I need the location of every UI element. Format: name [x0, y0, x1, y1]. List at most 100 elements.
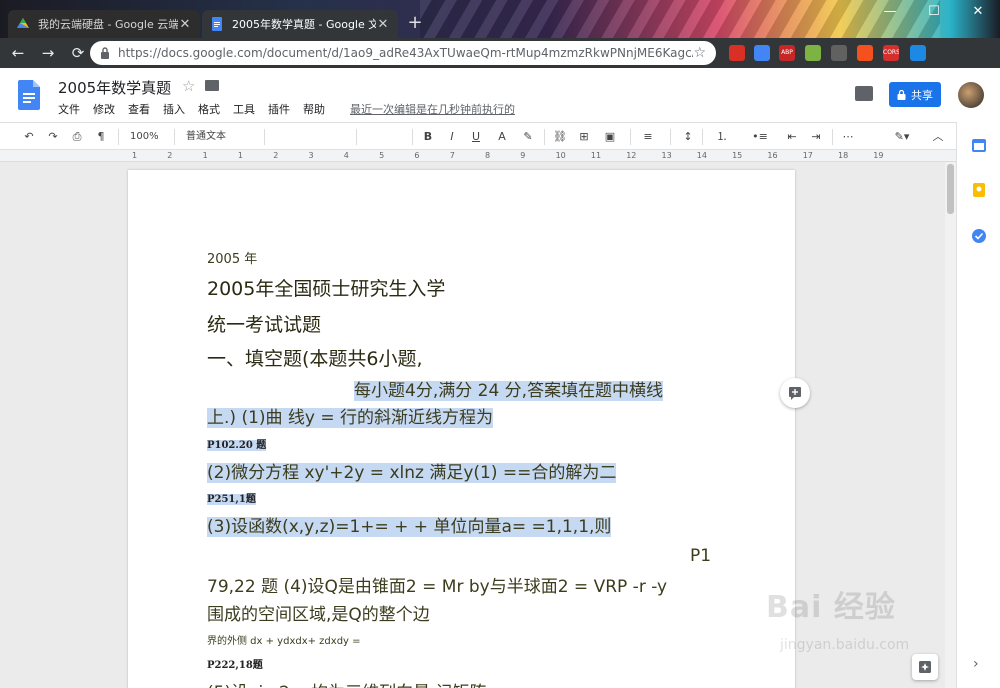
toolbar-divider — [412, 129, 413, 145]
star-icon[interactable]: ☆ — [182, 77, 195, 95]
tab-google-docs[interactable]: 2005年数学真题 - Google 文档 ✕ — [202, 10, 398, 38]
redo-icon[interactable]: ↷ — [44, 128, 62, 146]
lock-icon — [897, 89, 906, 100]
undo-icon[interactable]: ↶ — [20, 128, 38, 146]
document-line[interactable]: P251,1题 — [207, 490, 256, 505]
font-select[interactable] — [272, 128, 352, 146]
tab-close-icon[interactable]: ✕ — [178, 17, 192, 32]
expand-panel-icon[interactable]: › — [973, 656, 979, 672]
address-bar[interactable]: https://docs.google.com/document/d/1ao9_… — [90, 41, 716, 65]
minimize-button[interactable]: — — [868, 0, 912, 26]
italic-button[interactable]: I — [444, 128, 460, 146]
bulleted-list-icon[interactable]: •≡ — [748, 128, 772, 146]
ruler[interactable]: 1 2 1 1 2 3 4 5 6 7 8 9 10 11 12 13 14 15 16 17 18 19 — [0, 150, 956, 162]
document-line[interactable]: 统一考试试题 — [207, 310, 321, 337]
document-line-text: 统一考试试题 — [207, 314, 322, 336]
menu-edit[interactable]: 修改 — [93, 101, 115, 117]
google-docs-logo-icon[interactable] — [18, 80, 40, 110]
document-line-text: 每小题4分,满分 24 分,答案填在题中横线 — [354, 381, 664, 401]
bookmark-star-icon[interactable]: ☆ — [693, 45, 706, 61]
insert-image-icon[interactable]: ▣ — [600, 128, 620, 146]
share-button[interactable]: 共享 — [889, 82, 941, 107]
document-line[interactable]: P222,18题 — [207, 656, 263, 671]
document-title[interactable]: 2005年数学真题 — [58, 77, 171, 98]
document-line[interactable]: 上.) (1)曲 线y = 行的斜渐近线方程为 — [207, 403, 494, 428]
add-comment-button[interactable] — [780, 378, 810, 408]
style-select[interactable]: 普通文本 — [186, 128, 256, 146]
menu-view[interactable]: 查看 — [128, 101, 150, 117]
ruler-mark: 9 — [520, 151, 526, 160]
zoom-select[interactable]: 100% — [130, 128, 170, 146]
scrollbar-thumb[interactable] — [947, 164, 954, 214]
paint-format-icon[interactable]: ¶ — [92, 128, 110, 146]
vertical-scrollbar[interactable] — [945, 162, 956, 688]
ext-red-icon[interactable] — [729, 45, 745, 61]
document-line[interactable]: 一、填空题(本题共6小题, — [207, 344, 423, 371]
tab-google-drive[interactable]: 我的云端硬盘 - Google 云端硬盘 ✕ — [8, 10, 200, 38]
ext-green-icon[interactable] — [805, 45, 821, 61]
document-line-text: 界的外侧 dx + ydxdx+ zdxdy = — [207, 636, 361, 647]
document-line[interactable]: 2005年全国硕士研究生入学 — [207, 274, 445, 301]
ext-gray-icon[interactable] — [831, 45, 847, 61]
menu-help[interactable]: 帮助 — [303, 101, 325, 117]
line-spacing-icon[interactable]: ↕ — [680, 128, 696, 146]
document-line[interactable]: P1 — [690, 546, 711, 566]
ext-orange-icon[interactable] — [857, 45, 873, 61]
ext-translate-icon[interactable] — [754, 45, 770, 61]
folder-icon[interactable] — [205, 80, 219, 91]
last-edit-link[interactable]: 最近一次编辑是在几秒钟前执行的 — [350, 101, 515, 117]
maximize-button[interactable]: ☐ — [912, 0, 956, 26]
font-size-select[interactable] — [362, 128, 406, 146]
document-line[interactable]: (2)微分方程 xy'+2y = xlnz 满足y(1) ==合的解为二 — [207, 458, 617, 483]
more-icon[interactable]: ⋯ — [840, 128, 856, 146]
chevron-up-icon[interactable]: ︿ — [930, 128, 946, 146]
menu-file[interactable]: 文件 — [58, 101, 80, 117]
menu-addons[interactable]: 插件 — [268, 101, 290, 117]
tasks-icon[interactable] — [971, 228, 987, 244]
document-line[interactable]: 2005 年 — [207, 248, 257, 267]
ext-cors-icon[interactable]: CORS — [883, 45, 899, 61]
print-icon[interactable]: ⎙ — [68, 128, 86, 146]
insert-comment-icon[interactable]: ⊞ — [576, 128, 592, 146]
document-line-text: P222,18题 — [207, 660, 263, 671]
menu-insert[interactable]: 插入 — [163, 101, 185, 117]
avatar[interactable] — [958, 82, 984, 108]
link-icon[interactable]: ⛓ — [552, 128, 568, 146]
align-icon[interactable]: ≡ — [638, 128, 658, 146]
new-tab-button[interactable]: + — [404, 13, 426, 35]
document-line[interactable]: 每小题4分,满分 24 分,答案填在题中横线 — [354, 376, 664, 401]
back-button[interactable]: ← — [6, 41, 30, 65]
increase-indent-icon[interactable]: ⇥ — [808, 128, 824, 146]
tab-close-icon[interactable]: ✕ — [376, 17, 390, 32]
keep-icon[interactable] — [971, 182, 987, 198]
reload-button[interactable]: ⟳ — [66, 41, 90, 65]
highlight-icon[interactable]: ✎ — [520, 128, 536, 146]
ruler-mark: 12 — [626, 151, 637, 160]
toolbar-divider — [630, 129, 631, 145]
lock-icon — [101, 47, 109, 59]
document-line[interactable]: P102.20 题 — [207, 436, 267, 451]
numbered-list-icon[interactable]: ⒈ — [710, 128, 734, 146]
editing-mode-icon[interactable]: ✎▾ — [890, 128, 914, 146]
underline-button[interactable]: U — [468, 128, 484, 146]
document-line[interactable]: (5)设ai,a2,a 均为三维列向量,记矩阵 — [207, 678, 487, 688]
calendar-icon[interactable] — [971, 137, 987, 153]
document-line[interactable]: 79,22 题 (4)设Q是由锥面2 = Mr by与半球面2 = VRP -r… — [207, 572, 667, 597]
document-page[interactable]: 2005 年 2005年全国硕士研究生入学统一考试试题一、填空题(本题共6小题, 每… — [128, 170, 795, 688]
comments-icon[interactable] — [855, 86, 873, 101]
document-line[interactable]: (3)设函数(x,y,z)=1+= + + 单位向量a= =1,1,1,则 — [207, 512, 612, 537]
document-line[interactable]: 围成的空间区域,是Q的整个边 — [207, 600, 430, 625]
document-line[interactable]: 界的外侧 dx + ydxdx+ zdxdy = — [207, 632, 361, 647]
tab-title: 我的云端硬盘 - Google 云端硬盘 — [38, 18, 178, 31]
forward-button[interactable]: → — [36, 41, 60, 65]
menu-format[interactable]: 格式 — [198, 101, 220, 117]
explore-button[interactable] — [912, 654, 938, 680]
text-color-button[interactable]: A — [494, 128, 510, 146]
ext-abp-icon[interactable]: ABP — [779, 45, 795, 61]
menu-tools[interactable]: 工具 — [233, 101, 255, 117]
bold-button[interactable]: B — [420, 128, 436, 146]
close-window-button[interactable]: ✕ — [956, 0, 1000, 26]
ext-slash-icon[interactable] — [910, 45, 926, 61]
decrease-indent-icon[interactable]: ⇤ — [784, 128, 800, 146]
document-line-text: P102.20 题 — [207, 440, 267, 451]
